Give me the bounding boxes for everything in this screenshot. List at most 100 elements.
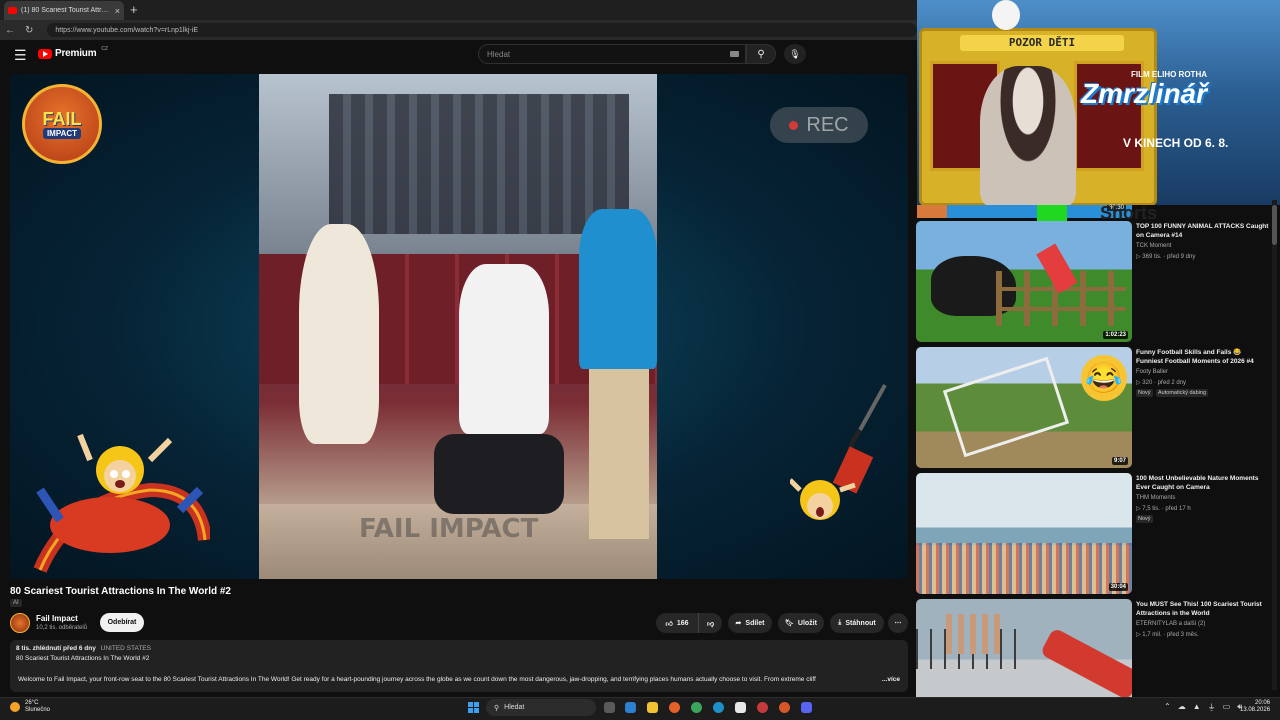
rec-views: 320 [1142,380,1153,386]
weather-condition: Slunečno [25,707,51,713]
firefox-icon[interactable] [669,702,680,713]
weather-widget[interactable]: 26°C Slunečno [10,700,50,714]
nvidia-icon[interactable]: ▲ [1193,702,1201,713]
share-button[interactable]: ➦ Sdílet [728,613,772,633]
youtube-logo[interactable]: Premium CZ [38,45,109,59]
url-field[interactable]: https://www.youtube.com/watch?v=rLnp1lkj… [47,23,918,37]
description-title: 80 Scariest Tourist Attractions In The W… [16,655,150,662]
beach-crowd-figure [916,543,1132,594]
description-more-link[interactable]: ...více [882,676,900,683]
taskbar-clock[interactable]: 20:06 13.08.2026 [1240,700,1270,714]
ad-banner[interactable]: POZOR DĚTI FILM ELIHO ROTHA Zmrzlinář V … [917,0,1280,205]
recommendation-thumbnail[interactable]: 1:02:23 [916,221,1132,342]
download-button[interactable]: ⤓ Stáhnout [830,613,884,633]
logo-text: Premium [55,48,97,59]
slide-figure [1039,627,1132,701]
youtube-header [0,40,917,70]
microphone-icon: 🎙 [789,48,801,59]
video-duration: 9:07 [1111,457,1128,465]
recommendation-channel[interactable]: ETERNITYLAB a další (2) [1136,621,1205,627]
usb-icon[interactable]: ⏚ [1208,702,1216,713]
rec-views: 7,5 tis. [1142,506,1160,512]
ai-badge: AI [10,599,22,607]
ride-structure [329,94,629,234]
recommendation-thumbnail[interactable]: 😂 9:07 [916,347,1132,468]
logo-region: CZ [101,45,109,52]
auto-dubbing-badge: Automatický dabing [1156,389,1208,397]
recommendation-title[interactable]: TOP 100 FUNNY ANIMAL ATTACKS Caught on C… [1136,222,1270,240]
chrome-icon[interactable] [691,702,702,713]
recommendation-stats: ▷ 320 · před 2 dny [1136,380,1186,386]
tab-close-icon[interactable]: × [115,6,120,16]
person-man-kneeling [459,264,549,434]
rec-label: REC [806,113,849,136]
recommendation-title[interactable]: You MUST See This! 100 Scariest Tourist … [1136,600,1270,618]
recommendation-title[interactable]: 100 Most Unbelievable Nature Moments Eve… [1136,474,1270,492]
thumbs-up-icon: 👍︎ [665,620,673,628]
notepad-icon[interactable] [735,702,746,713]
new-tab-button[interactable]: + [130,2,138,17]
taskbar-search[interactable]: ⚲ Hledat [486,699,596,716]
rec-views: 369 tis. [1142,254,1162,260]
save-button[interactable]: 🔖︎ Uložit [778,613,824,633]
partial-recommendation[interactable]: 36:30 Shorts [917,203,1280,238]
search-input[interactable]: Hledat [478,44,746,64]
temperature: 26°C [25,700,39,706]
channel-avatar[interactable] [10,613,30,633]
more-actions-button[interactable]: ⋯ [888,613,908,633]
people-figure [946,614,1006,654]
task-view-icon[interactable] [604,702,615,713]
tray-overflow-icon[interactable]: ⌃ [1164,702,1171,713]
discord-icon[interactable] [801,702,812,713]
channel-name[interactable]: Fail Impact [36,614,78,623]
voice-search-button[interactable]: 🎙 [784,44,806,64]
ad-mascot-icon [992,0,1020,30]
scrollbar-thumb[interactable] [1272,205,1277,245]
app-icon-red[interactable] [757,702,768,713]
onedrive-icon[interactable]: ☁ [1178,702,1186,713]
person-man-kneeling-legs [434,434,564,514]
windows-start-icon[interactable] [468,702,479,713]
search-button[interactable]: ⚲ [746,44,776,64]
file-explorer-icon[interactable] [647,702,658,713]
rec-dot-icon [789,120,799,130]
rec-age: před 9 dny [1166,254,1196,260]
person-attendant [579,209,657,369]
recommendation-stats: ▷ 369 tis. · před 9 dny [1136,254,1196,260]
recommendation-channel[interactable]: TCK Moment [1136,243,1171,249]
youtube-play-icon [38,48,52,59]
hamburger-menu-icon[interactable]: ☰ [14,47,27,64]
recommendation-channel[interactable]: THM Moments [1136,495,1175,501]
firefox-dev-icon[interactable] [779,702,790,713]
mail-icon[interactable] [625,702,636,713]
keyboard-icon[interactable] [730,51,739,57]
video-frame[interactable]: FAIL IMPACT [259,74,657,579]
windows-taskbar [0,697,1280,720]
ad-film-title: Zmrzlinář [1081,78,1208,109]
system-tray[interactable]: ⌃ ☁ ▲ ⏚ ▭ 🔊︎ [1164,702,1242,713]
network-icon[interactable]: ▭ [1223,702,1231,713]
reload-icon[interactable]: ↻ [25,25,33,36]
description-meta: 8 tis. zhlédnutí před 6 dny UNITED STATE… [16,645,902,652]
recommendation-title[interactable]: Funny Football Skills and Fails 😂 Funnie… [1136,348,1270,366]
address-bar: ← ↻ https://www.youtube.com/watch?v=rLnp… [0,20,918,40]
description-box[interactable]: 8 tis. zhlédnutí před 6 dny UNITED STATE… [10,640,908,692]
sidebar-scrollbar[interactable] [1272,200,1277,690]
recommendation-thumbnail[interactable]: 30:04 [916,473,1132,594]
coaster-cartoon-illustration [33,433,210,573]
new-badge: Nový [1136,389,1153,397]
tab-title: (1) 80 Scariest Tourist Attractio [21,7,111,14]
subscribe-button[interactable]: Odebírat [100,613,144,632]
like-button[interactable]: 👍︎ 166 [656,613,698,633]
back-icon[interactable]: ← [5,25,15,36]
ad-train-illustration: POZOR DĚTI [919,28,1157,205]
edge-icon[interactable] [713,702,724,713]
recommendation-channel[interactable]: Footy Baller [1136,369,1168,375]
badge-line1: FAIL [42,108,82,129]
clock-date: 13.08.2026 [1240,707,1271,713]
search-icon: ⚲ [757,48,765,60]
search-placeholder: Hledat [487,49,511,59]
browser-tab[interactable]: (1) 80 Scariest Tourist Attractio × [4,1,124,20]
person-attendant-legs [589,369,649,539]
dislike-button[interactable]: 👎︎ [698,613,722,633]
